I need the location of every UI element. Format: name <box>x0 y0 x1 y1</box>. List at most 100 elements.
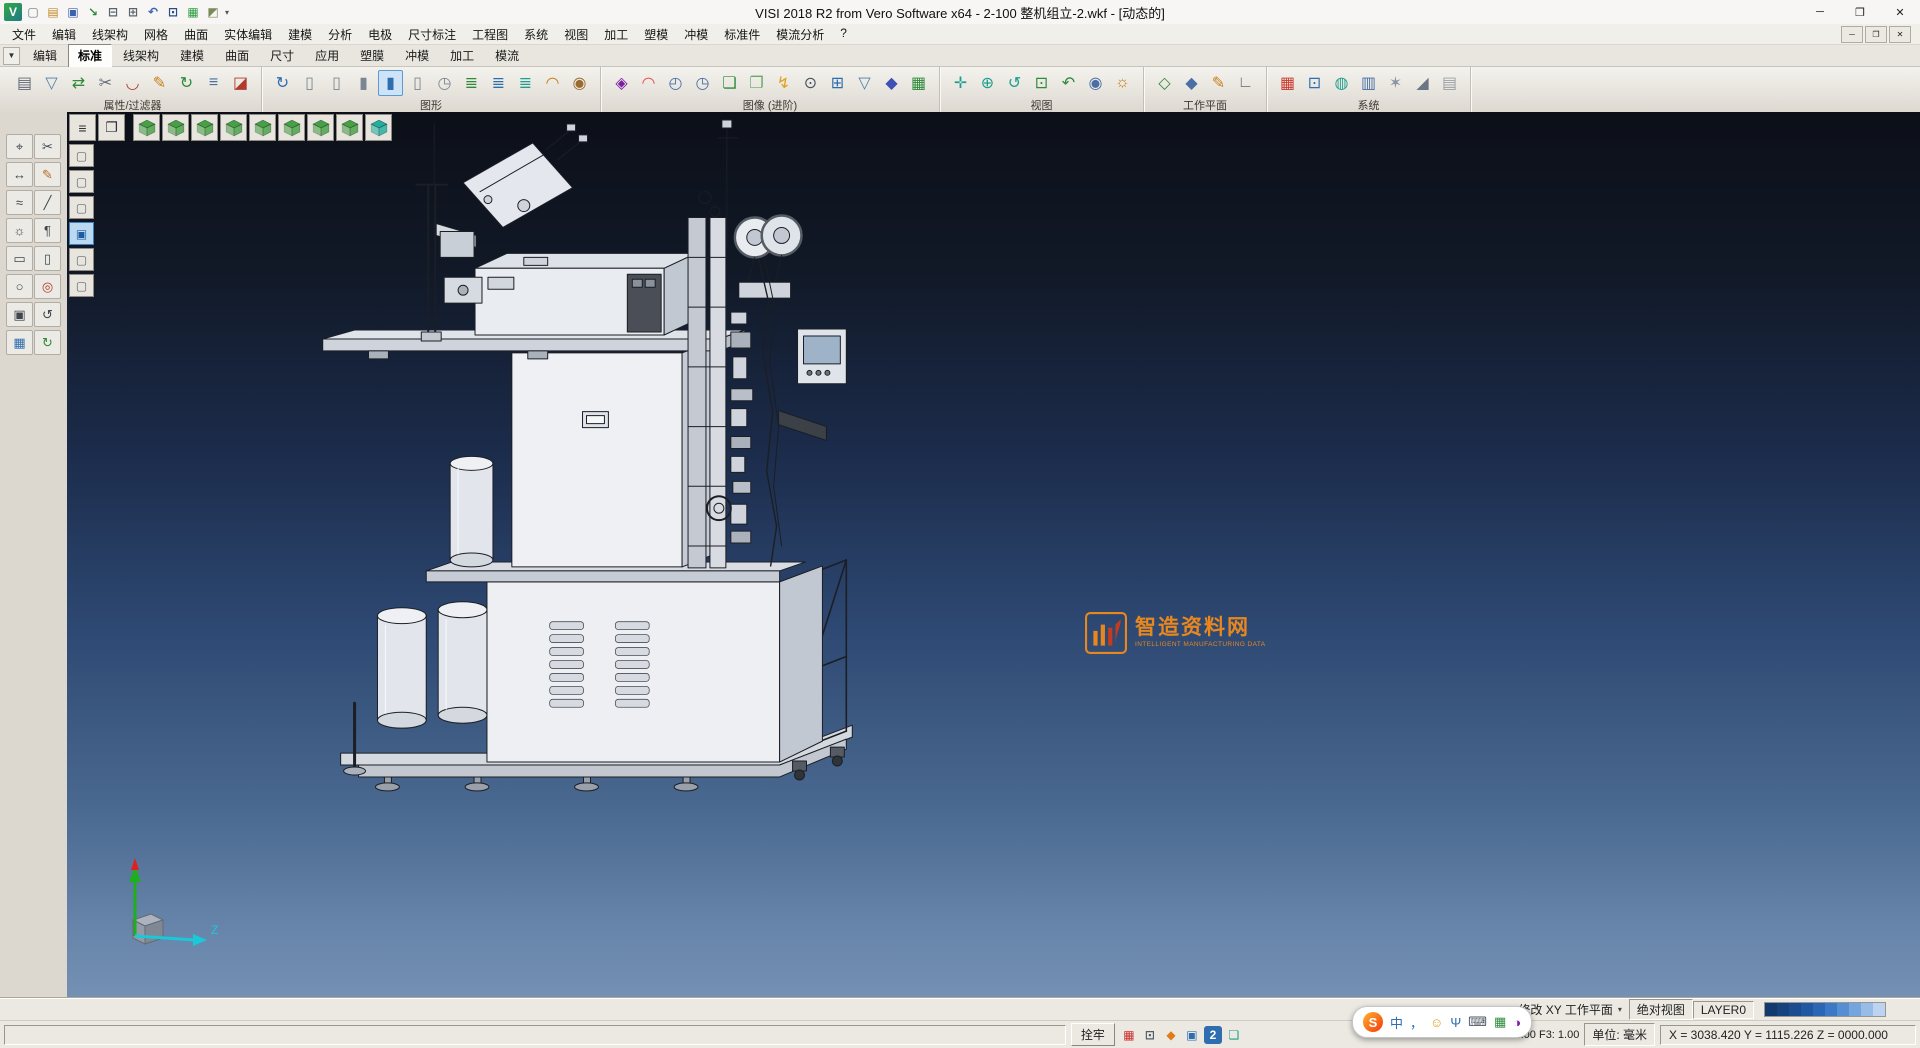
tab-modeling[interactable]: 建模 <box>170 44 214 68</box>
viewport-layout-button[interactable]: ❐ <box>98 114 125 141</box>
mdi-restore-button[interactable]: ❐ <box>1865 26 1887 43</box>
tab-wireframe[interactable]: 线架构 <box>113 44 169 68</box>
view-cube-top[interactable] <box>133 114 160 141</box>
viewport-canvas[interactable]: ≡ ❐ <box>67 112 1920 998</box>
frame-tool-icon[interactable]: ▣ <box>6 302 33 327</box>
history-mode-icon[interactable]: ◷ <box>432 70 457 96</box>
ime-toolbox-icon[interactable]: ▦ <box>1494 1013 1506 1032</box>
menu-dimension[interactable]: 尺寸标注 <box>400 24 464 45</box>
sheet-tool-icon[interactable]: ▯ <box>34 246 61 271</box>
system-ramp-icon[interactable]: ◢ <box>1410 70 1435 96</box>
plot-icon[interactable]: ⊞ <box>124 3 142 21</box>
line-tool-icon[interactable]: ╱ <box>34 190 61 215</box>
note-tool-icon[interactable]: ¶ <box>34 218 61 243</box>
menu-modeling[interactable]: 建模 <box>280 24 320 45</box>
menu-standard-parts[interactable]: 标准件 <box>716 24 768 45</box>
rotate-view-icon[interactable]: ↺ <box>1002 70 1027 96</box>
tab-dropdown[interactable]: ▼ <box>3 47 20 65</box>
tray-count-icon[interactable]: 2 <box>1204 1026 1222 1044</box>
ime-mode-chinese-icon[interactable]: 中 <box>1390 1013 1403 1032</box>
side-display-btn-1[interactable]: ▢ <box>69 144 94 167</box>
sync-icon[interactable]: ↻ <box>174 70 199 96</box>
settings-tool-icon[interactable]: ☼ <box>6 218 33 243</box>
system-table-icon[interactable]: ▥ <box>1356 70 1381 96</box>
rotate-tool-icon[interactable]: ↺ <box>34 302 61 327</box>
tab-machining[interactable]: 加工 <box>440 44 484 68</box>
view-mode-indicator[interactable]: 绝对视图 <box>1629 999 1693 1020</box>
active-layer-indicator[interactable]: LAYER0 <box>1693 1001 1754 1019</box>
view-cube-front[interactable] <box>162 114 189 141</box>
edit-pencil-icon[interactable]: ✎ <box>147 70 172 96</box>
ime-mic-icon[interactable]: Ψ <box>1450 1013 1461 1032</box>
rainbow-shading-icon[interactable]: ◠ <box>636 70 661 96</box>
screen-icon[interactable]: ⊡ <box>164 3 182 21</box>
cut-attributes-icon[interactable]: ✂ <box>93 70 118 96</box>
workplane-standard-icon[interactable]: ◇ <box>1152 70 1177 96</box>
db-list-teal-icon[interactable]: ≣ <box>513 70 538 96</box>
tab-edit[interactable]: 编辑 <box>23 44 67 68</box>
texture-icon[interactable]: ▦ <box>906 70 931 96</box>
refresh-tool-icon[interactable]: ↻ <box>34 330 61 355</box>
viewport-menu-button[interactable]: ≡ <box>69 114 96 141</box>
palette-grid-icon[interactable]: ▦ <box>184 3 202 21</box>
shaded-mode-icon[interactable]: ▮ <box>351 70 376 96</box>
db-add-icon[interactable]: ⊞ <box>825 70 850 96</box>
snap-tool-icon[interactable]: ◎ <box>34 274 61 299</box>
menu-analysis[interactable]: 分析 <box>320 24 360 45</box>
tray-cube-icon[interactable]: ❏ <box>1225 1026 1243 1044</box>
shell-display-icon[interactable]: ◠ <box>540 70 565 96</box>
time-render2-icon[interactable]: ◷ <box>690 70 715 96</box>
tab-die[interactable]: 冲模 <box>395 44 439 68</box>
db-list-green-icon[interactable]: ≣ <box>459 70 484 96</box>
menu-moldflow[interactable]: 模流分析 <box>768 24 832 45</box>
swap-attributes-icon[interactable]: ⇄ <box>66 70 91 96</box>
view-cube-right[interactable] <box>191 114 218 141</box>
mdi-minimize-button[interactable]: ─ <box>1841 26 1863 43</box>
tray-display-icon[interactable]: ⊡ <box>1141 1026 1159 1044</box>
zoom-fit-icon[interactable]: ⊡ <box>1029 70 1054 96</box>
undo-icon[interactable]: ↶ <box>144 3 162 21</box>
layer-list-icon[interactable]: ≡ <box>201 70 226 96</box>
tray-message-icon[interactable]: ▣ <box>1183 1026 1201 1044</box>
tray-fire-icon[interactable]: ◆ <box>1162 1026 1180 1044</box>
view-settings-icon[interactable]: ☼ <box>1110 70 1135 96</box>
menu-view[interactable]: 视图 <box>556 24 596 45</box>
view-cube-bottom[interactable] <box>278 114 305 141</box>
print-icon[interactable]: ⊟ <box>104 3 122 21</box>
maximize-button[interactable]: ❐ <box>1840 0 1880 24</box>
view-cube-left[interactable] <box>220 114 247 141</box>
tab-application[interactable]: 应用 <box>305 44 349 68</box>
zoom-view-icon[interactable]: ⊕ <box>975 70 1000 96</box>
view-cube-back[interactable] <box>249 114 276 141</box>
save-file-icon[interactable]: ▣ <box>64 3 82 21</box>
snapshot-icon[interactable]: ⊙ <box>798 70 823 96</box>
workplane-edit-icon[interactable]: ✎ <box>1206 70 1231 96</box>
time-render-icon[interactable]: ◴ <box>663 70 688 96</box>
filter-icon[interactable]: ▽ <box>39 70 64 96</box>
menu-file[interactable]: 文件 <box>4 24 44 45</box>
workplane-align-icon[interactable]: ∟ <box>1233 70 1258 96</box>
menu-mesh[interactable]: 网格 <box>136 24 176 45</box>
menu-machining[interactable]: 加工 <box>596 24 636 45</box>
tab-surface[interactable]: 曲面 <box>215 44 259 68</box>
menu-edit[interactable]: 编辑 <box>44 24 84 45</box>
ime-skin-icon[interactable]: ◑ <box>1513 1013 1521 1032</box>
new-file-icon[interactable]: ▢ <box>24 3 42 21</box>
workplane-3point-icon[interactable]: ◆ <box>1179 70 1204 96</box>
color-palette-icon[interactable]: ▦ <box>1275 70 1300 96</box>
import-icon[interactable]: ↘ <box>84 3 102 21</box>
snail-display-icon[interactable]: ◉ <box>567 70 592 96</box>
box-tool-icon[interactable]: ▭ <box>6 246 33 271</box>
dynamic-mode-icon[interactable]: ▮ <box>378 70 403 96</box>
menu-wireframe[interactable]: 线架构 <box>84 24 136 45</box>
close-button[interactable]: ✕ <box>1880 0 1920 24</box>
menu-surface[interactable]: 曲面 <box>176 24 216 45</box>
magnet-icon[interactable]: ◡ <box>120 70 145 96</box>
tab-dimension[interactable]: 尺寸 <box>260 44 304 68</box>
system-star-icon[interactable]: ✶ <box>1383 70 1408 96</box>
system-globe-icon[interactable]: ◍ <box>1329 70 1354 96</box>
render-icon[interactable]: ◩ <box>204 3 222 21</box>
scissors-tool-icon[interactable]: ✂ <box>34 134 61 159</box>
render-quality-icon[interactable]: ◈ <box>609 70 634 96</box>
pencil-tool-icon[interactable]: ✎ <box>34 162 61 187</box>
